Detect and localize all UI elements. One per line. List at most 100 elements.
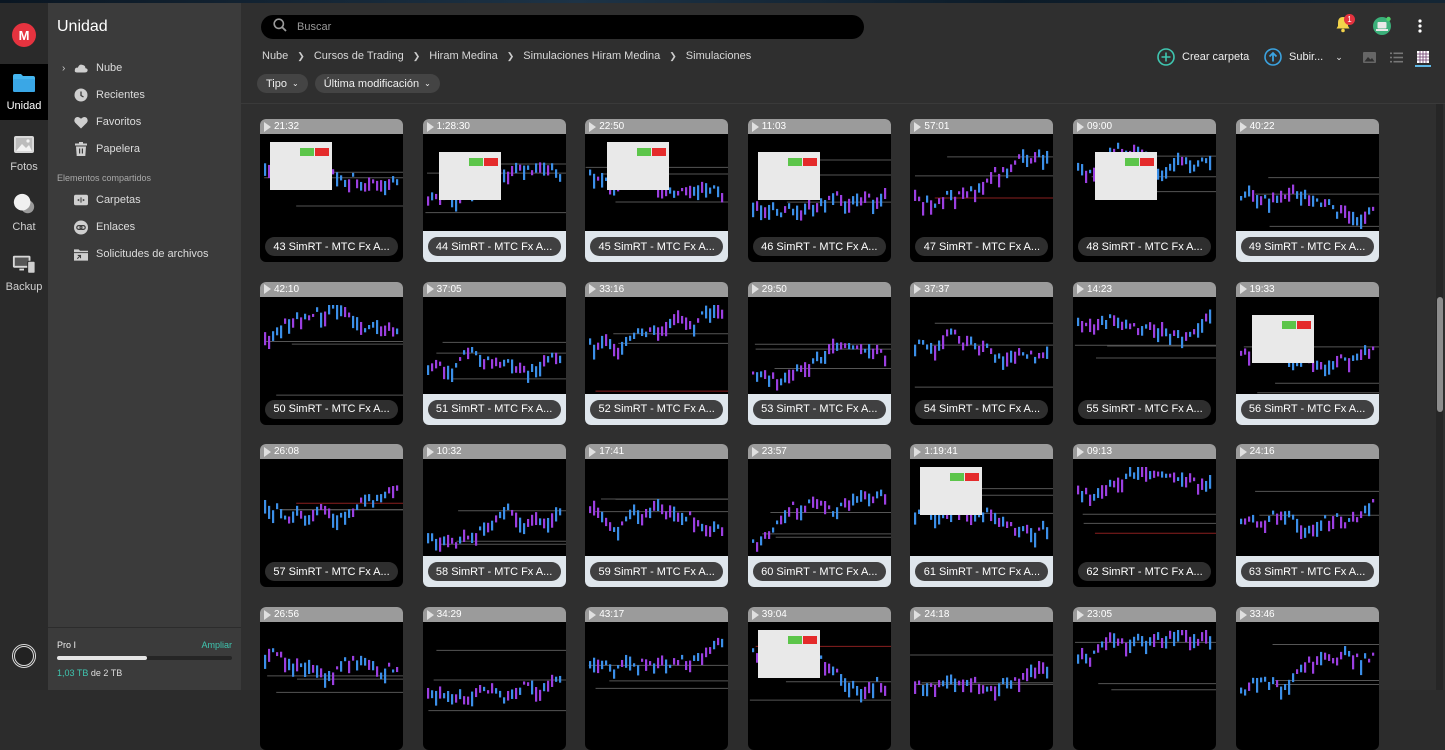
video-tile[interactable]: 11:03 46 SimRT - MTC Fx A... [747, 119, 891, 262]
video-duration: 43:17 [599, 609, 625, 621]
candle [372, 661, 375, 671]
video-duration: 22:50 [599, 121, 625, 132]
video-tile[interactable]: 33:16 52 SimRT - MTC Fx A... [585, 281, 729, 425]
video-duration: 09:13 [1087, 446, 1113, 458]
candle [783, 206, 786, 213]
candle [526, 682, 529, 687]
candle [669, 505, 672, 518]
grid-view-button[interactable] [1415, 49, 1431, 67]
video-tile[interactable]: 17:41 59 SimRT - MTC Fx A... [585, 444, 729, 588]
candle [438, 686, 441, 699]
rail-item-fotos[interactable]: Fotos [0, 125, 48, 181]
candle [819, 655, 822, 659]
video-tile[interactable]: 14:23 55 SimRT - MTC Fx A... [1073, 281, 1216, 425]
more-menu-button[interactable] [1414, 16, 1426, 36]
candle [755, 653, 758, 663]
filter-last-modified[interactable]: Última modificación ⌄ [314, 74, 440, 93]
video-tile[interactable]: 22:50 45 SimRT - MTC Fx A... [585, 119, 729, 262]
candle [613, 527, 616, 533]
candle [689, 320, 692, 329]
candle [522, 365, 525, 373]
filter-type[interactable]: Tipo ⌄ [257, 74, 308, 93]
video-thumbnail [1074, 630, 1216, 691]
breadcrumb-item[interactable]: Simulaciones Hiram Medina [523, 50, 660, 62]
video-tile[interactable]: 21:32 43 SimRT - MTC Fx A... [260, 119, 403, 262]
search-input[interactable] [297, 21, 817, 33]
candle [1018, 527, 1021, 538]
candle [1189, 331, 1192, 337]
candle [542, 162, 545, 176]
breadcrumb-item[interactable]: Cursos de Trading [314, 50, 404, 62]
video-tile[interactable]: 40:22 49 SimRT - MTC Fx A... [1235, 119, 1379, 262]
chevron-right-icon[interactable]: › [62, 63, 65, 74]
video-tile[interactable]: 24:18 [910, 607, 1054, 750]
list-view-button[interactable] [1388, 49, 1404, 65]
media-view-button[interactable] [1361, 49, 1377, 65]
sidebar-item-solicitudes[interactable]: Solicitudes de archivos [74, 244, 209, 264]
sidebar-item-carpetas[interactable]: Carpetas [74, 190, 141, 210]
video-tile[interactable]: 29:50 53 SimRT - MTC Fx A... [747, 281, 891, 425]
candle [530, 170, 533, 176]
candle [320, 504, 323, 511]
search-bar[interactable] [261, 15, 864, 39]
transfers-icon[interactable] [12, 644, 36, 668]
candle [819, 198, 822, 207]
sidebar-item-favoritos[interactable]: Favoritos [74, 112, 141, 132]
sidebar-item-recientes[interactable]: Recientes [74, 85, 145, 105]
video-tile[interactable]: 1:28:30 44 SimRT - MTC Fx A... [422, 119, 566, 262]
video-tile[interactable]: 10:32 58 SimRT - MTC Fx A... [422, 444, 566, 588]
upgrade-link[interactable]: Ampliar [201, 640, 232, 650]
candle [1315, 522, 1318, 538]
candle [1018, 154, 1021, 159]
upload-button[interactable]: Subir... ⌄ [1264, 48, 1343, 66]
mega-logo[interactable]: M [12, 23, 36, 47]
candle [697, 185, 700, 201]
candle [1145, 467, 1148, 483]
video-tile[interactable]: 24:16 63 SimRT - MTC Fx A... [1235, 444, 1379, 588]
video-tile[interactable]: 26:56 [260, 607, 403, 750]
candle [767, 531, 770, 540]
video-tile[interactable]: 26:08 57 SimRT - MTC Fx A... [260, 444, 403, 588]
candle [942, 680, 945, 687]
video-tile[interactable]: 1:19:41 61 SimRT - MTC Fx A... [910, 444, 1054, 588]
video-tile[interactable]: 09:00 48 SimRT - MTC Fx A... [1073, 119, 1216, 262]
sidebar-item-nube[interactable]: Nube [74, 58, 122, 78]
candle [1141, 325, 1144, 336]
video-tile[interactable]: 42:10 50 SimRT - MTC Fx A... [260, 281, 403, 425]
video-tile[interactable]: 37:37 54 SimRT - MTC Fx A... [910, 281, 1054, 425]
candle [522, 681, 525, 685]
candle [994, 166, 997, 173]
sidebar-item-enlaces[interactable]: Enlaces [74, 217, 135, 237]
duration-bar: 39:04 [747, 607, 891, 623]
video-tile[interactable]: 09:13 62 SimRT - MTC Fx A... [1073, 444, 1216, 588]
chevron-down-icon[interactable]: ⌄ [1335, 52, 1343, 63]
notifications-button[interactable]: 1 [1333, 14, 1355, 36]
video-tile[interactable]: 39:04 [747, 607, 891, 750]
rail-item-backup[interactable]: Backup [0, 245, 48, 301]
candle [605, 333, 608, 346]
rail-item-unidad[interactable]: Unidad [0, 64, 48, 120]
account-avatar[interactable] [1372, 16, 1392, 36]
create-folder-button[interactable]: Crear carpeta [1157, 48, 1249, 66]
candle [308, 314, 311, 321]
video-tile[interactable]: 23:57 60 SimRT - MTC Fx A... [747, 444, 891, 588]
candle [474, 350, 477, 355]
scrollbar-thumb[interactable] [1437, 297, 1443, 412]
video-tile[interactable]: 43:17 [585, 607, 729, 750]
breadcrumb-item[interactable]: Nube [262, 50, 288, 62]
candle [721, 193, 724, 203]
video-tile[interactable]: 33:46 [1235, 607, 1379, 750]
video-tile[interactable]: 19:33 56 SimRT - MTC Fx A... [1235, 281, 1379, 425]
candle [755, 371, 758, 382]
video-tile[interactable]: 57:01 47 SimRT - MTC Fx A... [910, 119, 1054, 262]
video-tile[interactable]: 37:05 51 SimRT - MTC Fx A... [422, 281, 566, 425]
video-tile[interactable]: 34:29 [422, 607, 566, 750]
rail-item-chat[interactable]: Chat [0, 185, 48, 241]
candle [645, 509, 648, 518]
candle [1307, 195, 1310, 206]
candle [490, 521, 493, 531]
candle [701, 181, 704, 193]
sidebar-item-papelera[interactable]: Papelera [74, 139, 140, 159]
video-tile[interactable]: 23:05 [1073, 607, 1216, 750]
breadcrumb-item[interactable]: Hiram Medina [429, 50, 497, 62]
